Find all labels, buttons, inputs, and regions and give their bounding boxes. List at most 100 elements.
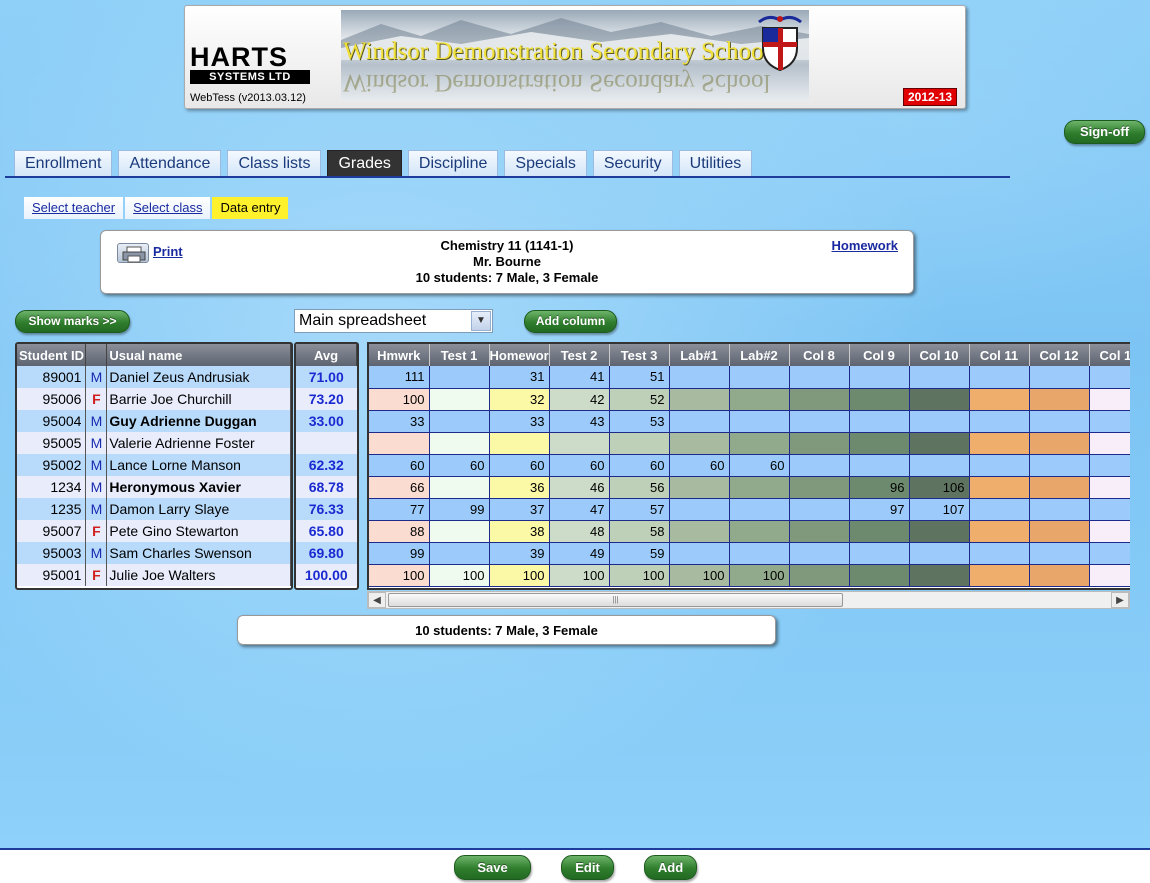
grade-cell[interactable] (849, 410, 910, 433)
grade-cell[interactable] (789, 498, 850, 521)
grade-cell[interactable] (909, 388, 970, 411)
show-marks-button[interactable]: Show marks >> (15, 310, 130, 333)
grade-cell[interactable] (969, 542, 1030, 565)
grade-cell[interactable]: 32 (489, 388, 550, 411)
grade-cell[interactable] (729, 410, 790, 433)
tab-specials[interactable]: Specials (504, 150, 587, 176)
grade-cell[interactable] (909, 432, 970, 455)
grade-cell[interactable] (669, 498, 730, 521)
grade-cell[interactable] (1029, 432, 1090, 455)
grade-cell[interactable]: 52 (609, 388, 670, 411)
tab-attendance[interactable]: Attendance (118, 150, 222, 176)
scroll-left-icon[interactable]: ◀ (368, 592, 386, 608)
grade-cell[interactable]: 100 (549, 564, 610, 587)
add-column-button[interactable]: Add column (524, 310, 617, 333)
grade-cell[interactable]: 56 (609, 476, 670, 499)
student-row[interactable]: 95007 F Pete Gino Stewarton (17, 520, 291, 542)
grade-cell[interactable] (729, 542, 790, 565)
grade-cell[interactable] (909, 410, 970, 433)
add-button[interactable]: Add (644, 855, 697, 880)
grid-column-header[interactable]: Col 11 (969, 344, 1030, 366)
grade-cell[interactable]: 107 (909, 498, 970, 521)
grade-cell[interactable] (729, 520, 790, 543)
grid-column-header[interactable]: Lab#1 (669, 344, 730, 366)
view-select[interactable]: Main spreadsheet ▼ (294, 309, 493, 333)
grade-cell[interactable] (669, 542, 730, 565)
grade-cell[interactable] (849, 454, 910, 477)
grade-cell[interactable]: 60 (669, 454, 730, 477)
grade-cell[interactable] (1029, 454, 1090, 477)
grade-cell[interactable] (789, 520, 850, 543)
grade-cell[interactable]: 41 (549, 366, 610, 389)
grade-cell[interactable] (789, 432, 850, 455)
grade-cell[interactable] (909, 542, 970, 565)
grade-cell[interactable] (789, 454, 850, 477)
grade-cell[interactable] (849, 366, 910, 389)
grade-cell[interactable] (969, 498, 1030, 521)
grade-cell[interactable] (789, 564, 850, 587)
grid-column-header[interactable]: Test 1 (429, 344, 490, 366)
tab-grades[interactable]: Grades (327, 150, 402, 176)
grade-cell[interactable] (789, 366, 850, 389)
student-row[interactable]: 95005 M Valerie Adrienne Foster (17, 432, 291, 454)
tab-discipline[interactable]: Discipline (407, 150, 499, 176)
grade-cell[interactable] (429, 388, 490, 411)
grade-cell[interactable]: 100 (369, 564, 430, 587)
student-row[interactable]: 1235 M Damon Larry Slaye (17, 498, 291, 520)
student-row[interactable]: 95006 F Barrie Joe Churchill (17, 388, 291, 410)
grade-cell[interactable]: 49 (549, 542, 610, 565)
grade-cell[interactable]: 36 (489, 476, 550, 499)
grid-column-header[interactable]: Homework (489, 344, 550, 366)
grid-column-header[interactable]: Col 12 (1029, 344, 1090, 366)
student-row[interactable]: 1234 M Heronymous Xavier (17, 476, 291, 498)
subtab-data-entry[interactable]: Data entry (212, 197, 289, 219)
grade-cell[interactable] (729, 432, 790, 455)
grade-cell[interactable] (1029, 498, 1090, 521)
grade-cell[interactable] (489, 432, 550, 455)
tab-class-lists[interactable]: Class lists (227, 150, 322, 176)
grade-cell[interactable]: 31 (489, 366, 550, 389)
grid-column-header[interactable]: Hmwrk (369, 344, 430, 366)
grid-column-header[interactable]: Col 9 (849, 344, 910, 366)
grade-cell[interactable] (669, 388, 730, 411)
grade-cell[interactable] (1089, 520, 1130, 543)
student-name[interactable]: Heronymous Xavier (106, 476, 291, 498)
grade-cell[interactable]: 60 (369, 454, 430, 477)
grade-cell[interactable] (1089, 498, 1130, 521)
subtab-select-class[interactable]: Select class (125, 197, 211, 219)
grade-cell[interactable]: 46 (549, 476, 610, 499)
grade-cell[interactable] (669, 410, 730, 433)
grade-cell[interactable] (1089, 388, 1130, 411)
grade-cell[interactable]: 60 (489, 454, 550, 477)
grade-cell[interactable] (729, 388, 790, 411)
student-name[interactable]: Damon Larry Slaye (106, 498, 291, 520)
grade-cell[interactable] (1029, 410, 1090, 433)
grade-cell[interactable]: 77 (369, 498, 430, 521)
grade-cell[interactable]: 100 (609, 564, 670, 587)
student-row[interactable]: 95004 M Guy Adrienne Duggan (17, 410, 291, 432)
grade-cell[interactable] (1089, 542, 1130, 565)
grade-cell[interactable] (609, 432, 670, 455)
grade-cell[interactable] (849, 564, 910, 587)
grade-cell[interactable] (429, 432, 490, 455)
student-name[interactable]: Lance Lorne Manson (106, 454, 291, 476)
student-name[interactable]: Pete Gino Stewarton (106, 520, 291, 542)
grade-cell[interactable]: 42 (549, 388, 610, 411)
grade-cell[interactable] (849, 388, 910, 411)
grade-cell[interactable]: 88 (369, 520, 430, 543)
grade-cell[interactable]: 43 (549, 410, 610, 433)
grid-column-header[interactable]: Lab#2 (729, 344, 790, 366)
grade-cell[interactable]: 106 (909, 476, 970, 499)
grade-cell[interactable] (1089, 564, 1130, 587)
grade-cell[interactable] (789, 542, 850, 565)
grade-cell[interactable]: 96 (849, 476, 910, 499)
grade-cell[interactable] (1029, 520, 1090, 543)
grid-column-header[interactable]: Col 13 (1089, 344, 1130, 366)
grade-cell[interactable]: 100 (369, 388, 430, 411)
grade-cell[interactable] (1089, 366, 1130, 389)
grade-cell[interactable]: 59 (609, 542, 670, 565)
grade-cell[interactable] (849, 542, 910, 565)
student-row[interactable]: 89001 M Daniel Zeus Andrusiak (17, 366, 291, 388)
grade-cell[interactable] (729, 476, 790, 499)
grade-cell[interactable]: 57 (609, 498, 670, 521)
